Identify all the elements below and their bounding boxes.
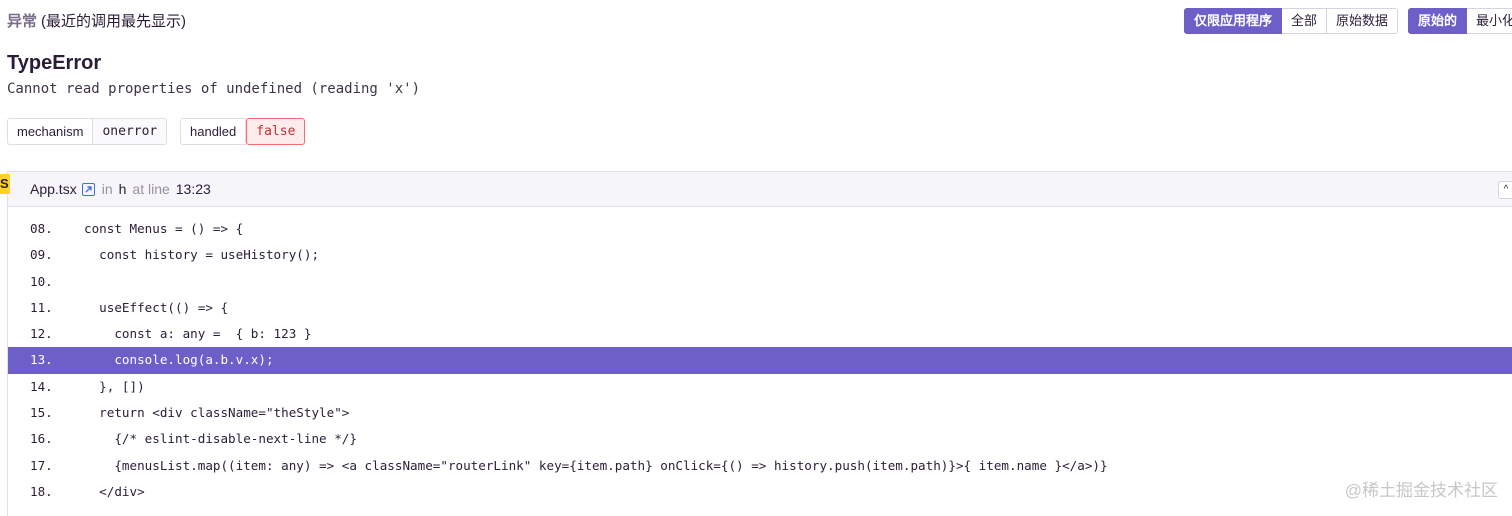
- frame-at-label: at line: [132, 181, 170, 197]
- line-source: {/* eslint-disable-next-line */}: [84, 431, 357, 447]
- line-source: }, []): [84, 378, 145, 394]
- code-line: 11. useEffect(() => {: [8, 295, 1512, 321]
- code-line: 18. </div>: [8, 479, 1512, 505]
- line-source: [74, 269, 84, 295]
- line-number: 16.: [30, 431, 53, 447]
- line-number: 10.: [30, 273, 53, 289]
- error-message: Cannot read properties of undefined (rea…: [7, 81, 421, 97]
- tag-value: false: [246, 118, 306, 145]
- tag-value: onerror: [93, 118, 168, 145]
- line-number: 15.: [30, 405, 53, 421]
- mechanism-tag[interactable]: mechanism onerror: [7, 118, 168, 145]
- watermark: @稀土掘金技术社区: [1344, 481, 1498, 500]
- frame-line-position: 13:23: [175, 181, 211, 197]
- line-source: const Menus = () => {: [84, 221, 244, 236]
- code-line: 16. {/* eslint-disable-next-line */}: [8, 426, 1512, 452]
- collapse-icon[interactable]: ^: [1498, 181, 1512, 199]
- stack-frame: S App.tsx in h at line 13:23 ^ 08. const …: [0, 171, 1512, 516]
- code-line: 12. const a: any = { b: 123 }: [8, 321, 1512, 347]
- code-line: 08. const Menus = () => {: [8, 216, 1512, 242]
- exception-header: 异常 (最近的调用最先显示): [7, 10, 186, 31]
- code-line: 09. const history = useHistory();: [8, 242, 1512, 268]
- line-number: 17.: [30, 457, 53, 473]
- line-source: const history = useHistory();: [84, 247, 320, 263]
- stacktrace-filter-group: 仅限应用程序 全部 原始数据: [1184, 8, 1399, 34]
- code-line: 17. {menusList.map((item: any) => <a cla…: [8, 453, 1512, 479]
- frame-badge: S: [0, 174, 10, 194]
- line-number: 09.: [30, 247, 53, 263]
- raw-button[interactable]: 原始数据: [1327, 8, 1399, 34]
- error-type: TypeError: [7, 52, 102, 74]
- full-button[interactable]: 全部: [1282, 8, 1328, 34]
- exception-subtitle: (最近的调用最先显示): [41, 13, 187, 30]
- line-source: const a: any = { b: 123 }: [84, 326, 312, 342]
- tag-key: mechanism: [7, 118, 94, 145]
- line-number: 18.: [30, 483, 53, 499]
- frame-function: h: [118, 181, 127, 197]
- code-line: 15. return <div className="theStyle">: [8, 400, 1512, 426]
- line-number: 12.: [30, 326, 53, 342]
- code-line: 14. }, []): [8, 374, 1512, 400]
- minified-button[interactable]: 最小化: [1467, 8, 1512, 34]
- line-source: useEffect(() => {: [84, 299, 229, 315]
- stack-frame-header[interactable]: S App.tsx in h at line 13:23 ^: [0, 172, 1512, 207]
- code-context: 08. const Menus = () => { 09. const histor…: [8, 207, 1512, 505]
- code-line: 10.: [8, 269, 1512, 295]
- stacktrace-order-group: 原始的 最小化: [1408, 8, 1512, 34]
- line-source: return <div className="theStyle">: [84, 405, 350, 421]
- line-source: </div>: [84, 483, 145, 499]
- frame-filename: App.tsx: [30, 181, 77, 197]
- line-source: {menusList.map((item: any) => <a classNa…: [84, 457, 1108, 473]
- line-number: 13.: [30, 352, 53, 368]
- line-number: 11.: [30, 299, 53, 315]
- code-line: 13. console.log(a.b.v.x);: [8, 347, 1512, 374]
- line-number: 08.: [30, 221, 53, 236]
- exception-title: 异常: [7, 13, 38, 30]
- line-number: 14.: [30, 378, 53, 394]
- app-only-button[interactable]: 仅限应用程序: [1184, 8, 1283, 34]
- open-external-icon[interactable]: [81, 182, 95, 196]
- tag-key: handled: [180, 118, 247, 145]
- original-button[interactable]: 原始的: [1408, 8, 1468, 34]
- frame-in-label: in: [101, 181, 113, 197]
- handled-tag[interactable]: handled false: [180, 118, 306, 145]
- line-source: console.log(a.b.v.x);: [84, 352, 274, 368]
